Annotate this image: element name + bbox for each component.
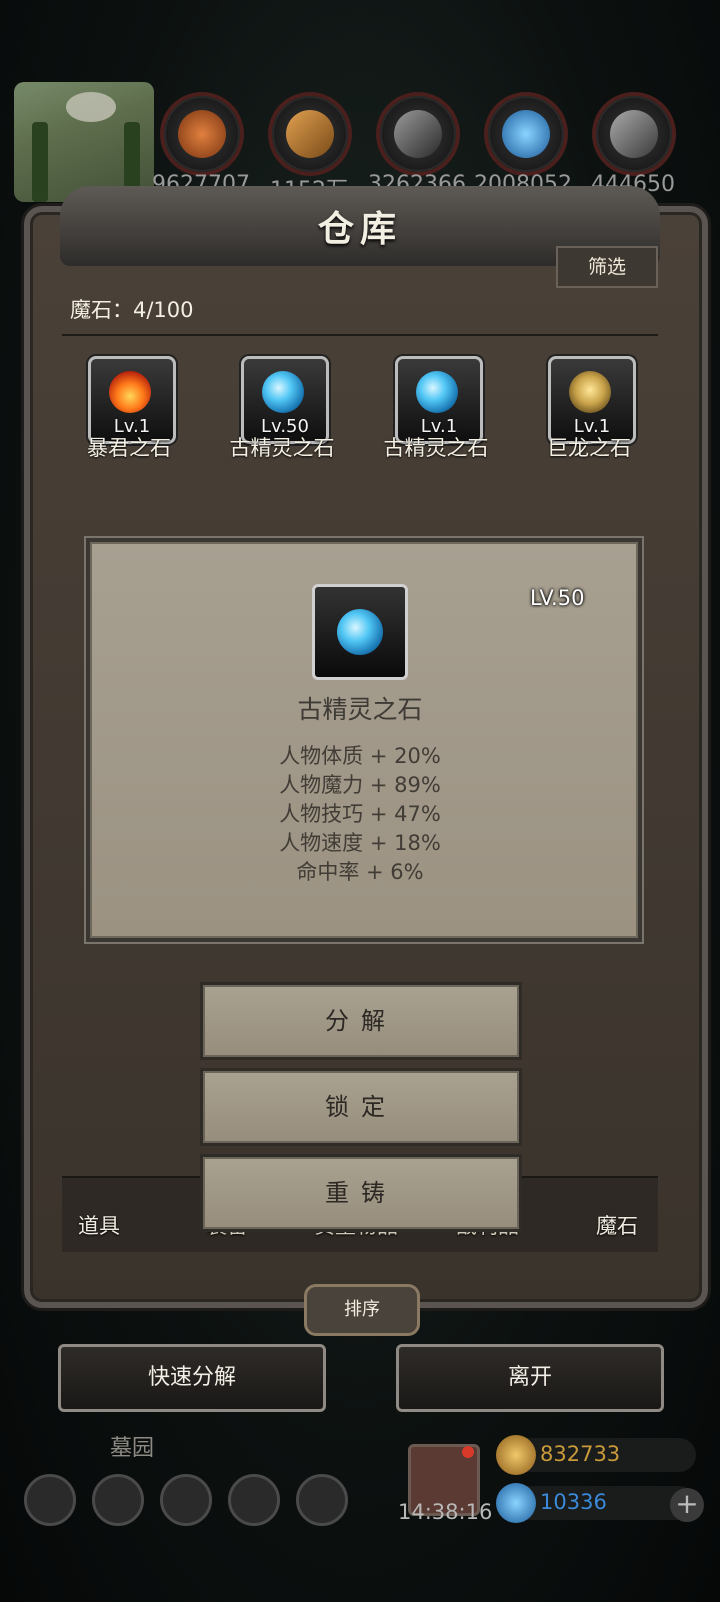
stat-line: 人物魔力 + 89%	[279, 773, 441, 797]
blue-gem-icon	[337, 609, 383, 655]
crystal-resource-icon	[484, 92, 568, 176]
gold-icon	[496, 1435, 536, 1475]
add-currency-button[interactable]: +	[670, 1488, 704, 1522]
stat-line: 人物速度 + 18%	[279, 831, 441, 855]
map-icon[interactable]	[296, 1474, 348, 1526]
dragon-gem-icon	[569, 371, 611, 413]
gem-amount: 10336	[540, 1490, 607, 1514]
divider	[62, 334, 658, 336]
settings-icon[interactable]	[24, 1474, 76, 1526]
stone-slot[interactable]: Lv.50	[241, 356, 329, 444]
wood-resource-icon	[268, 92, 352, 176]
leave-button[interactable]: 离开	[396, 1344, 664, 1412]
cloud-shape	[66, 92, 116, 122]
notification-dot	[462, 1446, 474, 1458]
palm-tree-icon	[32, 122, 48, 202]
countdown-timer: 14:38:16	[398, 1500, 493, 1524]
fire-gem-icon	[109, 371, 151, 413]
stone-name: 古精灵之石	[383, 436, 489, 460]
stone-count-label: 魔石：4/100	[70, 298, 194, 322]
reforge-button[interactable]: 重铸	[200, 1154, 522, 1232]
stone-slot[interactable]: Lv.1	[395, 356, 483, 444]
stone-resource-icon	[376, 92, 460, 176]
stat-line: 命中率 + 6%	[296, 860, 424, 884]
stat-line: 人物技巧 + 47%	[279, 802, 441, 826]
blue-gem-icon	[416, 371, 458, 413]
panel-title: 仓库	[317, 208, 402, 250]
detail-level: LV.50	[530, 586, 585, 610]
mail-icon[interactable]	[228, 1474, 280, 1526]
map-thumbnail[interactable]	[14, 82, 154, 202]
guild-icon[interactable]	[160, 1474, 212, 1526]
gold-amount: 832733	[540, 1442, 621, 1466]
stone-slot[interactable]: Lv.1	[548, 356, 636, 444]
hero-icon[interactable]	[92, 1474, 144, 1526]
stone-name: 古精灵之石	[229, 436, 335, 460]
decompose-button[interactable]: 分解	[200, 982, 522, 1060]
quick-decompose-button[interactable]: 快速分解	[58, 1344, 326, 1412]
tab-items[interactable]: 道具	[78, 1210, 120, 1240]
stone-name: 暴君之石	[87, 436, 171, 460]
lock-button[interactable]: 锁定	[200, 1068, 522, 1146]
stat-line: 人物体质 + 20%	[279, 744, 441, 768]
sort-button[interactable]: 排序	[304, 1284, 420, 1336]
filter-button[interactable]: 筛选	[556, 246, 658, 288]
stone-name: 巨龙之石	[547, 436, 631, 460]
diamond-icon	[496, 1483, 536, 1523]
selected-stone-icon	[312, 584, 408, 680]
zone-label: 墓园	[110, 1436, 155, 1461]
blue-gem-icon	[262, 371, 304, 413]
detail-name: 古精灵之石	[297, 695, 423, 724]
iron-resource-icon	[592, 92, 676, 176]
tab-magic-stones[interactable]: 魔石	[596, 1210, 638, 1240]
leather-resource-icon	[160, 92, 244, 176]
stone-slot[interactable]: Lv.1	[88, 356, 176, 444]
